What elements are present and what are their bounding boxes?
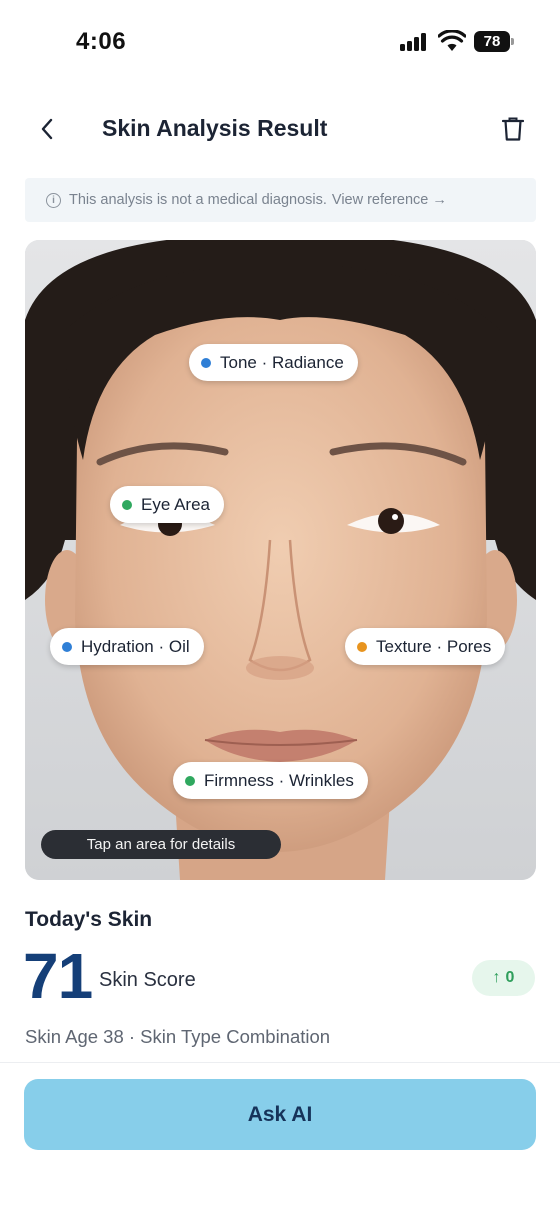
status-dot [201, 357, 211, 368]
area-label: Eye Area [141, 494, 210, 514]
score-change-value: 0 [505, 969, 515, 986]
area-label: Hydration · Oil [81, 636, 190, 656]
area-label: Firmness · Wrinkles [204, 770, 354, 790]
disclaimer-banner: i This analysis is not a medical diagnos… [25, 178, 536, 222]
chevron-left-icon [41, 118, 53, 140]
status-dot [357, 641, 367, 652]
status-bar: 4:06 78 [0, 0, 560, 84]
skin-score-value: 71 [23, 940, 93, 1012]
page-title: Skin Analysis Result [102, 115, 328, 141]
area-firmness-wrinkles[interactable]: Firmness · Wrinkles [173, 762, 368, 799]
status-dot [62, 641, 72, 652]
area-texture-pores[interactable]: Texture · Pores [345, 628, 506, 665]
divider [0, 1062, 560, 1063]
area-label: Texture · Pores [376, 636, 492, 656]
header: Skin Analysis Result [0, 96, 560, 166]
area-eye[interactable]: Eye Area [110, 486, 224, 523]
disclaimer-text: This analysis is not a medical diagnosis… [69, 192, 327, 208]
status-time: 4:06 [76, 28, 127, 55]
skin-score-label: Skin Score [99, 969, 196, 991]
status-dot [122, 499, 132, 510]
today-title: Today's Skin [25, 908, 153, 931]
score-change-badge: ↑ 0 [472, 960, 535, 996]
area-hydration-oil[interactable]: Hydration · Oil [50, 628, 204, 665]
view-reference-link[interactable]: View reference → [332, 192, 447, 208]
tap-hint-tooltip: Tap an area for details [41, 830, 281, 859]
status-dot [185, 775, 195, 786]
delete-button[interactable] [496, 112, 530, 146]
info-icon: i [46, 192, 61, 208]
trash-icon [502, 117, 524, 141]
back-button[interactable] [30, 112, 64, 146]
area-tone-radiance[interactable]: Tone · Radiance [189, 344, 358, 381]
skin-meta: Skin Age 38 · Skin Type Combination [25, 1026, 331, 1047]
arrow-up-icon: ↑ [492, 969, 501, 986]
ask-ai-button[interactable]: Ask AI [24, 1079, 536, 1150]
signal-icon [400, 33, 430, 51]
battery-icon: 78 [474, 31, 514, 52]
area-label: Tone · Radiance [220, 352, 344, 372]
wifi-icon [438, 30, 466, 51]
battery-level: 78 [474, 31, 510, 52]
face-photo-card: Tone · Radiance Eye Area Hydration · Oil… [25, 240, 536, 880]
